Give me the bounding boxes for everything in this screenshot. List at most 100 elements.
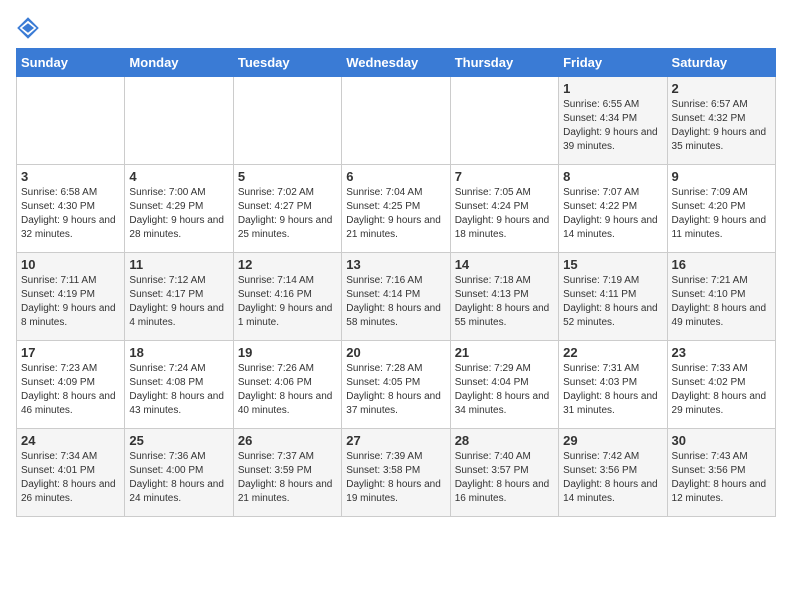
day-number: 6 [346, 169, 445, 184]
calendar-cell: 9 Sunrise: 7:09 AM Sunset: 4:20 PM Daylig… [667, 165, 775, 253]
day-number: 8 [563, 169, 662, 184]
col-header-saturday: Saturday [667, 49, 775, 77]
calendar-cell [233, 77, 341, 165]
day-info: Sunrise: 7:37 AM Sunset: 3:59 PM Dayligh… [238, 450, 337, 506]
day-number: 3 [21, 169, 120, 184]
calendar-cell: 22 Sunrise: 7:31 AM Sunset: 4:03 PM Dayli… [559, 341, 667, 429]
day-info: Sunrise: 7:24 AM Sunset: 4:08 PM Dayligh… [129, 362, 228, 418]
day-info: Sunrise: 7:12 AM Sunset: 4:17 PM Dayligh… [129, 274, 228, 330]
day-info: Sunrise: 7:18 AM Sunset: 4:13 PM Dayligh… [455, 274, 554, 330]
day-info: Sunrise: 7:19 AM Sunset: 4:11 PM Dayligh… [563, 274, 662, 330]
calendar-cell: 14 Sunrise: 7:18 AM Sunset: 4:13 PM Dayli… [450, 253, 558, 341]
calendar-cell: 10 Sunrise: 7:11 AM Sunset: 4:19 PM Dayli… [17, 253, 125, 341]
col-header-tuesday: Tuesday [233, 49, 341, 77]
day-number: 9 [672, 169, 771, 184]
day-info: Sunrise: 7:28 AM Sunset: 4:05 PM Dayligh… [346, 362, 445, 418]
col-header-sunday: Sunday [17, 49, 125, 77]
day-number: 19 [238, 345, 337, 360]
calendar-cell: 1 Sunrise: 6:55 AM Sunset: 4:34 PM Daylig… [559, 77, 667, 165]
day-number: 26 [238, 433, 337, 448]
calendar-cell: 5 Sunrise: 7:02 AM Sunset: 4:27 PM Daylig… [233, 165, 341, 253]
calendar-cell: 7Sunrise: 7:05 AM Sunset: 4:24 PM Daylig… [450, 165, 558, 253]
calendar-cell [450, 77, 558, 165]
day-info: Sunrise: 7:36 AM Sunset: 4:00 PM Dayligh… [129, 450, 228, 506]
calendar-cell: 15 Sunrise: 7:19 AM Sunset: 4:11 PM Dayli… [559, 253, 667, 341]
day-number: 24 [21, 433, 120, 448]
calendar-cell: 3 Sunrise: 6:58 AM Sunset: 4:30 PM Daylig… [17, 165, 125, 253]
calendar-cell: 13 Sunrise: 7:16 AM Sunset: 4:14 PM Dayli… [342, 253, 450, 341]
day-number: 13 [346, 257, 445, 272]
day-info: Sunrise: 7:09 AM Sunset: 4:20 PM Dayligh… [672, 186, 771, 242]
calendar-cell [17, 77, 125, 165]
day-info: Sunrise: 7:39 AM Sunset: 3:58 PM Dayligh… [346, 450, 445, 506]
calendar-cell: 29 Sunrise: 7:42 AM Sunset: 3:56 PM Dayli… [559, 429, 667, 517]
day-info: Sunrise: 7:23 AM Sunset: 4:09 PM Dayligh… [21, 362, 120, 418]
calendar-cell: 26 Sunrise: 7:37 AM Sunset: 3:59 PM Dayli… [233, 429, 341, 517]
day-number: 20 [346, 345, 445, 360]
calendar-cell: 19 Sunrise: 7:26 AM Sunset: 4:06 PM Dayli… [233, 341, 341, 429]
col-header-thursday: Thursday [450, 49, 558, 77]
day-number: 14 [455, 257, 554, 272]
calendar-cell: 8 Sunrise: 7:07 AM Sunset: 4:22 PM Daylig… [559, 165, 667, 253]
day-info: Sunrise: 7:07 AM Sunset: 4:22 PM Dayligh… [563, 186, 662, 242]
day-info: Sunrise: 7:26 AM Sunset: 4:06 PM Dayligh… [238, 362, 337, 418]
day-number: 27 [346, 433, 445, 448]
day-info: Sunrise: 7:29 AM Sunset: 4:04 PM Dayligh… [455, 362, 554, 418]
calendar-cell: 27 Sunrise: 7:39 AM Sunset: 3:58 PM Dayli… [342, 429, 450, 517]
logo-icon [16, 16, 40, 40]
calendar-cell: 17 Sunrise: 7:23 AM Sunset: 4:09 PM Dayli… [17, 341, 125, 429]
day-number: 11 [129, 257, 228, 272]
calendar-cell: 6 Sunrise: 7:04 AM Sunset: 4:25 PM Daylig… [342, 165, 450, 253]
day-info: Sunrise: 7:34 AM Sunset: 4:01 PM Dayligh… [21, 450, 120, 506]
day-info: Sunrise: 7:40 AM Sunset: 3:57 PM Dayligh… [455, 450, 554, 506]
day-info: Sunrise: 7:00 AM Sunset: 4:29 PM Dayligh… [129, 186, 228, 242]
day-number: 1 [563, 81, 662, 96]
calendar-cell: 23 Sunrise: 7:33 AM Sunset: 4:02 PM Dayli… [667, 341, 775, 429]
day-info: Sunrise: 6:57 AM Sunset: 4:32 PM Dayligh… [672, 98, 771, 154]
calendar-cell: 2 Sunrise: 6:57 AM Sunset: 4:32 PM Daylig… [667, 77, 775, 165]
day-number: 17 [21, 345, 120, 360]
day-number: 25 [129, 433, 228, 448]
day-number: 5 [238, 169, 337, 184]
day-number: 28 [455, 433, 554, 448]
day-info: Sunrise: 6:55 AM Sunset: 4:34 PM Dayligh… [563, 98, 662, 154]
day-number: 22 [563, 345, 662, 360]
header [16, 16, 776, 40]
day-info: Sunrise: 7:02 AM Sunset: 4:27 PM Dayligh… [238, 186, 337, 242]
calendar-cell: 11 Sunrise: 7:12 AM Sunset: 4:17 PM Dayli… [125, 253, 233, 341]
day-number: 29 [563, 433, 662, 448]
day-info: Sunrise: 7:04 AM Sunset: 4:25 PM Dayligh… [346, 186, 445, 242]
calendar-cell: 30Sunrise: 7:43 AM Sunset: 3:56 PM Dayli… [667, 429, 775, 517]
day-info: Sunrise: 7:42 AM Sunset: 3:56 PM Dayligh… [563, 450, 662, 506]
calendar-cell: 12Sunrise: 7:14 AM Sunset: 4:16 PM Dayli… [233, 253, 341, 341]
day-number: 23 [672, 345, 771, 360]
calendar-cell: 28 Sunrise: 7:40 AM Sunset: 3:57 PM Dayli… [450, 429, 558, 517]
day-number: 15 [563, 257, 662, 272]
day-number: 7 [455, 169, 554, 184]
day-info: Sunrise: 7:31 AM Sunset: 4:03 PM Dayligh… [563, 362, 662, 418]
day-number: 16 [672, 257, 771, 272]
day-number: 2 [672, 81, 771, 96]
col-header-friday: Friday [559, 49, 667, 77]
day-number: 10 [21, 257, 120, 272]
logo [16, 16, 44, 40]
day-number: 4 [129, 169, 228, 184]
calendar-cell: 20 Sunrise: 7:28 AM Sunset: 4:05 PM Dayli… [342, 341, 450, 429]
day-info: Sunrise: 7:16 AM Sunset: 4:14 PM Dayligh… [346, 274, 445, 330]
calendar-cell: 16Sunrise: 7:21 AM Sunset: 4:10 PM Dayli… [667, 253, 775, 341]
day-info: Sunrise: 6:58 AM Sunset: 4:30 PM Dayligh… [21, 186, 120, 242]
calendar-cell: 25 Sunrise: 7:36 AM Sunset: 4:00 PM Dayli… [125, 429, 233, 517]
day-info: Sunrise: 7:14 AM Sunset: 4:16 PM Dayligh… [238, 274, 337, 330]
day-number: 21 [455, 345, 554, 360]
calendar-cell: 21 Sunrise: 7:29 AM Sunset: 4:04 PM Dayli… [450, 341, 558, 429]
col-header-wednesday: Wednesday [342, 49, 450, 77]
day-info: Sunrise: 7:33 AM Sunset: 4:02 PM Dayligh… [672, 362, 771, 418]
day-info: Sunrise: 7:11 AM Sunset: 4:19 PM Dayligh… [21, 274, 120, 330]
col-header-monday: Monday [125, 49, 233, 77]
calendar-cell: 4 Sunrise: 7:00 AM Sunset: 4:29 PM Daylig… [125, 165, 233, 253]
day-number: 18 [129, 345, 228, 360]
day-info: Sunrise: 7:43 AM Sunset: 3:56 PM Dayligh… [672, 450, 771, 506]
calendar-table: SundayMondayTuesdayWednesdayThursdayFrid… [16, 48, 776, 517]
calendar-cell [125, 77, 233, 165]
calendar-cell [342, 77, 450, 165]
